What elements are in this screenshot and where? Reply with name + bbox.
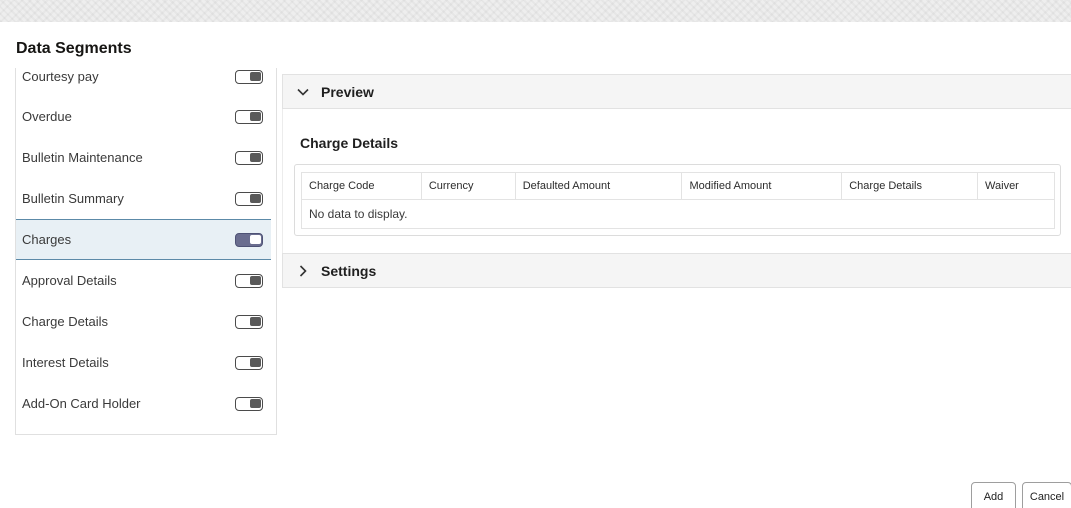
segment-label: Overdue: [22, 109, 72, 124]
column-header-charge-details[interactable]: Charge Details: [841, 172, 979, 200]
settings-title: Settings: [321, 262, 377, 279]
segment-label: Approval Details: [22, 273, 117, 288]
table-row: No data to display.: [301, 199, 1055, 229]
segment-toggle-courtesy-pay[interactable]: [235, 69, 263, 84]
column-header-waiver[interactable]: Waiver: [977, 172, 1055, 200]
segment-toggle-bulletin-maintenance[interactable]: [235, 150, 263, 165]
segment-label: Charges: [22, 232, 72, 247]
segment-item-bulletin-maintenance[interactable]: Bulletin Maintenance: [16, 137, 271, 178]
column-header-charge-code[interactable]: Charge Code: [301, 172, 422, 200]
empty-table-message: No data to display.: [301, 199, 1055, 229]
chevron-right-icon: [299, 264, 307, 277]
charge-details-title: Charge Details: [300, 135, 399, 151]
segment-list: Courtesy pay Overdue Bulletin Maintenanc…: [15, 68, 277, 435]
preview-panel-header[interactable]: Preview: [282, 74, 1071, 109]
segment-label: Charge Details: [22, 314, 108, 329]
chevron-down-icon: [297, 88, 309, 96]
segment-toggle-bulletin-summary[interactable]: [235, 191, 263, 206]
column-header-currency[interactable]: Currency: [420, 172, 516, 200]
add-button[interactable]: Add: [971, 482, 1016, 508]
segment-item-approval-details[interactable]: Approval Details: [16, 260, 271, 301]
segment-item-overdue[interactable]: Overdue: [16, 96, 271, 137]
preview-title: Preview: [321, 83, 374, 100]
column-header-modified-amount[interactable]: Modified Amount: [681, 172, 843, 200]
segment-item-charges[interactable]: Charges: [16, 219, 271, 260]
segment-toggle-overdue[interactable]: [235, 109, 263, 124]
column-header-defaulted-amount[interactable]: Defaulted Amount: [514, 172, 683, 200]
segment-label: Interest Details: [22, 355, 109, 370]
segment-label: Bulletin Summary: [22, 191, 124, 206]
header-pattern-band: [0, 0, 1071, 22]
settings-panel-header[interactable]: Settings: [282, 253, 1071, 288]
segment-toggle-charge-details[interactable]: [235, 314, 263, 329]
segment-item-add-on-card-holder[interactable]: Add-On Card Holder: [16, 383, 271, 424]
segment-item-courtesy-pay[interactable]: Courtesy pay: [16, 68, 271, 97]
segment-label: Add-On Card Holder: [22, 396, 141, 411]
segment-item-charge-details[interactable]: Charge Details: [16, 301, 271, 342]
segment-toggle-approval-details[interactable]: [235, 273, 263, 288]
segment-toggle-charges[interactable]: [235, 232, 263, 247]
segment-label: Courtesy pay: [22, 69, 99, 84]
segment-label: Bulletin Maintenance: [22, 150, 143, 165]
charge-details-table: Charge Code Currency Defaulted Amount Mo…: [301, 172, 1055, 229]
page-title: Data Segments: [16, 40, 132, 57]
segment-item-interest-details[interactable]: Interest Details: [16, 342, 271, 383]
segment-toggle-add-on-card-holder[interactable]: [235, 396, 263, 411]
segment-toggle-interest-details[interactable]: [235, 355, 263, 370]
segment-item-bulletin-summary[interactable]: Bulletin Summary: [16, 178, 271, 219]
cancel-button[interactable]: Cancel: [1022, 482, 1071, 508]
table-header-row: Charge Code Currency Defaulted Amount Mo…: [301, 172, 1055, 200]
